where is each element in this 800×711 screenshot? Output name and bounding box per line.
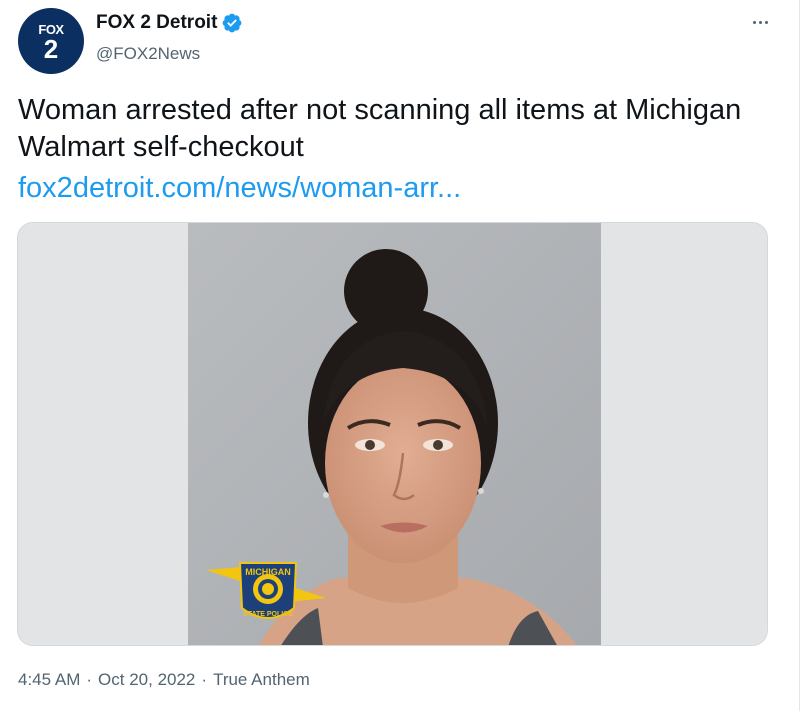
article-link[interactable]: fox2detroit.com/news/woman-arr... — [18, 170, 461, 207]
author-name-row: FOX 2 Detroit — [96, 12, 243, 34]
badge-top-text: MICHIGAN — [245, 567, 291, 577]
badge-bottom-text: STATE POLICE — [243, 611, 293, 618]
tweet-text: Woman arrested after not scanning all it… — [18, 94, 742, 163]
tweet-time[interactable]: 4:45 AM — [18, 670, 80, 690]
author-handle[interactable]: @FOX2News — [96, 44, 200, 64]
tweet-meta: 4:45 AM · Oct 20, 2022 · True Anthem — [18, 670, 310, 690]
tweet-date[interactable]: Oct 20, 2022 — [98, 670, 195, 690]
avatar-logo-number: 2 — [43, 34, 59, 64]
meta-separator: · — [201, 670, 208, 689]
avatar[interactable]: FOX 2 — [18, 8, 84, 74]
display-name[interactable]: FOX 2 Detroit — [96, 12, 217, 34]
tweet-photo[interactable]: MICHIGAN STATE POLICE — [17, 222, 768, 646]
meta-separator: · — [86, 670, 93, 689]
more-options-icon[interactable] — [748, 10, 772, 34]
tweet-card: FOX 2 FOX 2 Detroit @FOX2News Woman arre… — [0, 0, 800, 711]
verified-badge-icon — [223, 13, 242, 33]
mugshot-image: MICHIGAN STATE POLICE — [18, 223, 767, 645]
tweet-source[interactable]: True Anthem — [213, 670, 310, 690]
